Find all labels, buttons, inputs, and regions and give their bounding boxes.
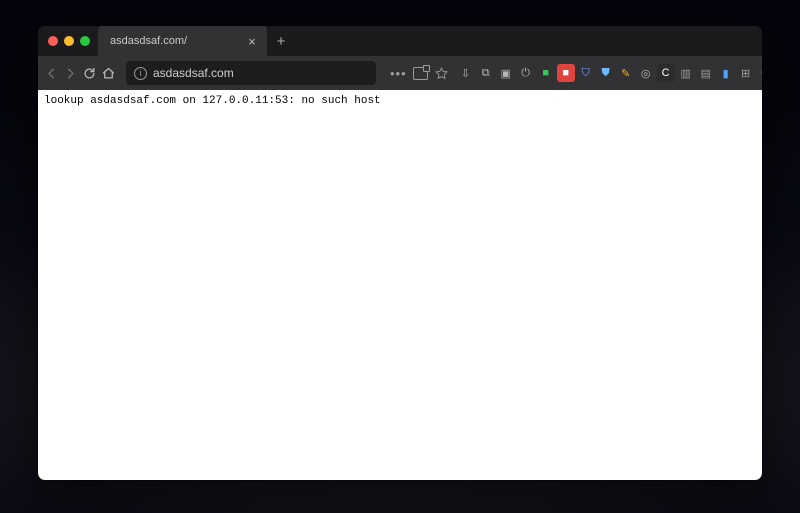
- fullscreen-window-button[interactable]: [80, 36, 90, 46]
- tab-active[interactable]: asdasdsaf.com/ ×: [98, 26, 268, 56]
- new-tab-button[interactable]: +: [268, 26, 294, 56]
- ext-square-1[interactable]: ▥: [677, 64, 695, 82]
- ext-window[interactable]: ▣: [497, 64, 515, 82]
- forward-button[interactable]: [63, 60, 78, 86]
- ext-power-2[interactable]: ⏻: [757, 64, 762, 82]
- tab-strip: asdasdsaf.com/ × +: [38, 26, 762, 56]
- address-actions: •••: [390, 66, 449, 81]
- extensions-row: ⇩⧉▣⏻■■⛉⛊✎◎C▥▤▮⊞⏻: [457, 64, 762, 82]
- ext-red-badge[interactable]: ■: [557, 64, 575, 82]
- ext-download[interactable]: ⇩: [457, 64, 475, 82]
- site-info-icon[interactable]: i: [134, 67, 147, 80]
- home-button[interactable]: [101, 60, 116, 86]
- toolbar: i asdasdsaf.com ••• ⇩⧉▣⏻■■⛉⛊✎◎C▥▤▮⊞⏻ ≡: [38, 56, 762, 90]
- back-button[interactable]: [44, 60, 59, 86]
- close-tab-icon[interactable]: ×: [245, 34, 259, 49]
- ext-c[interactable]: C: [657, 64, 675, 82]
- page-actions-icon[interactable]: •••: [390, 66, 407, 81]
- ext-power[interactable]: ⏻: [517, 64, 535, 82]
- tab-title: asdasdsaf.com/: [110, 35, 239, 47]
- error-text: lookup asdasdsaf.com on 127.0.0.11:53: n…: [44, 95, 381, 107]
- reload-button[interactable]: [82, 60, 97, 86]
- bookmark-icon[interactable]: [434, 66, 449, 81]
- browser-window: asdasdsaf.com/ × + i asdasdsaf.com •••: [38, 26, 762, 480]
- ext-square-2[interactable]: ▤: [697, 64, 715, 82]
- ext-shield-2[interactable]: ⛊: [597, 64, 615, 82]
- ext-flag[interactable]: ▮: [717, 64, 735, 82]
- address-bar[interactable]: i asdasdsaf.com: [126, 61, 376, 85]
- ext-grid[interactable]: ⊞: [737, 64, 755, 82]
- ext-shield-1[interactable]: ⛉: [577, 64, 595, 82]
- ext-circle[interactable]: ◎: [637, 64, 655, 82]
- ext-library[interactable]: ⧉: [477, 64, 495, 82]
- ext-wand[interactable]: ✎: [617, 64, 635, 82]
- reader-icon[interactable]: [413, 67, 428, 80]
- ext-green-box[interactable]: ■: [537, 64, 555, 82]
- window-controls: [44, 36, 98, 46]
- close-window-button[interactable]: [48, 36, 58, 46]
- address-text: asdasdsaf.com: [153, 66, 368, 80]
- page-viewport: lookup asdasdsaf.com on 127.0.0.11:53: n…: [38, 90, 762, 480]
- minimize-window-button[interactable]: [64, 36, 74, 46]
